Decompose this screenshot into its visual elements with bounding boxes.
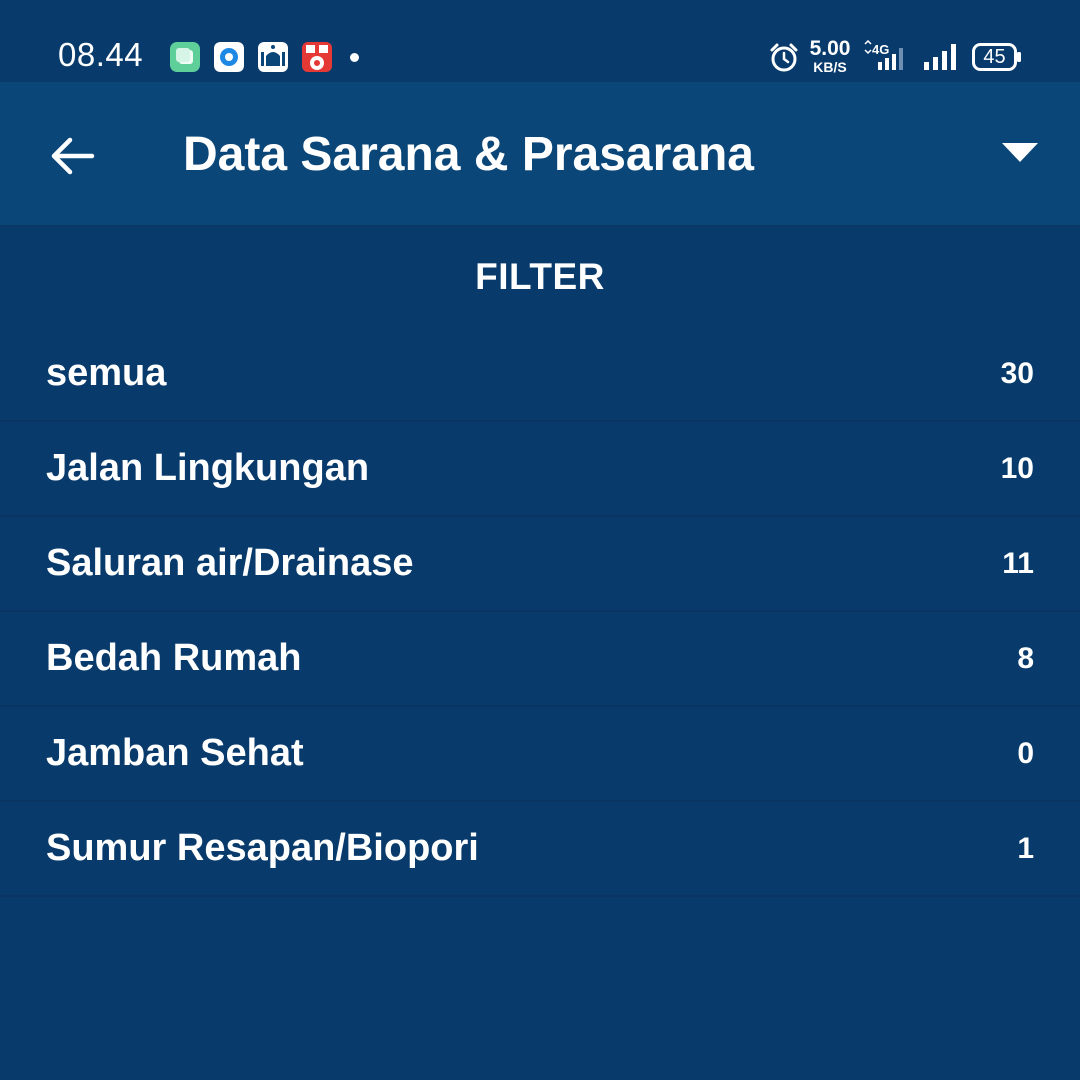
filter-heading: FILTER [475, 256, 605, 297]
filter-item-jalan-lingkungan[interactable]: Jalan Lingkungan 10 [0, 422, 1080, 517]
filter-item-count: 11 [1002, 547, 1034, 580]
page-title: Data Sarana & Prasarana [183, 128, 754, 181]
mosque-app-icon [258, 42, 288, 72]
chat-app-icon [170, 42, 200, 72]
signal-4g-icon: 4G [864, 40, 903, 70]
game-app-icon [302, 42, 332, 72]
filter-item-count: 1 [1017, 832, 1034, 865]
network-speed-value: 5.00 [809, 37, 851, 60]
filter-item-count: 0 [1017, 737, 1034, 770]
network-speed-unit: KB/S [813, 59, 847, 75]
filter-item-bedah-rumah[interactable]: Bedah Rumah 8 [0, 612, 1080, 707]
filter-item-label: Bedah Rumah [46, 637, 302, 679]
status-time: 08.44 [58, 36, 144, 73]
network-speed: 5.00 KB/S [806, 38, 854, 74]
dropdown-menu-button[interactable] [990, 132, 1050, 172]
filter-item-label: semua [46, 352, 167, 394]
status-bar: 08.44 5.00 KB/S 4G 45 [0, 0, 1080, 82]
app-bar: Data Sarana & Prasarana [0, 82, 1080, 225]
filter-item-semua[interactable]: semua 30 [0, 327, 1080, 422]
filter-item-label: Jalan Lingkungan [46, 447, 370, 489]
filter-item-count: 10 [1000, 452, 1034, 485]
filter-item-label: Jamban Sehat [46, 732, 304, 774]
arrow-left-icon [51, 137, 95, 175]
alarm-icon [770, 43, 798, 72]
signal-icon [924, 44, 956, 70]
triangle-down-icon [1002, 143, 1038, 162]
filter-item-sumur-resapan-biopori[interactable]: Sumur Resapan/Biopori 1 [0, 802, 1080, 897]
app-bar-divider [0, 225, 1080, 227]
back-button[interactable] [40, 126, 104, 186]
network-type-label: 4G [872, 42, 889, 57]
filter-item-label: Saluran air/Drainase [46, 542, 414, 584]
filter-list: semua 30 Jalan Lingkungan 10 Saluran air… [0, 327, 1080, 897]
filter-item-jamban-sehat[interactable]: Jamban Sehat 0 [0, 707, 1080, 802]
filter-item-count: 30 [1000, 357, 1034, 390]
filter-item-count: 8 [1017, 642, 1034, 675]
browser-app-icon [214, 42, 244, 72]
battery-level: 45 [983, 46, 1006, 68]
filter-item-label: Sumur Resapan/Biopori [46, 827, 479, 869]
filter-item-saluran-air-drainase[interactable]: Saluran air/Drainase 11 [0, 517, 1080, 612]
more-notifications-dot [350, 53, 359, 62]
battery-icon: 45 [972, 43, 1022, 71]
